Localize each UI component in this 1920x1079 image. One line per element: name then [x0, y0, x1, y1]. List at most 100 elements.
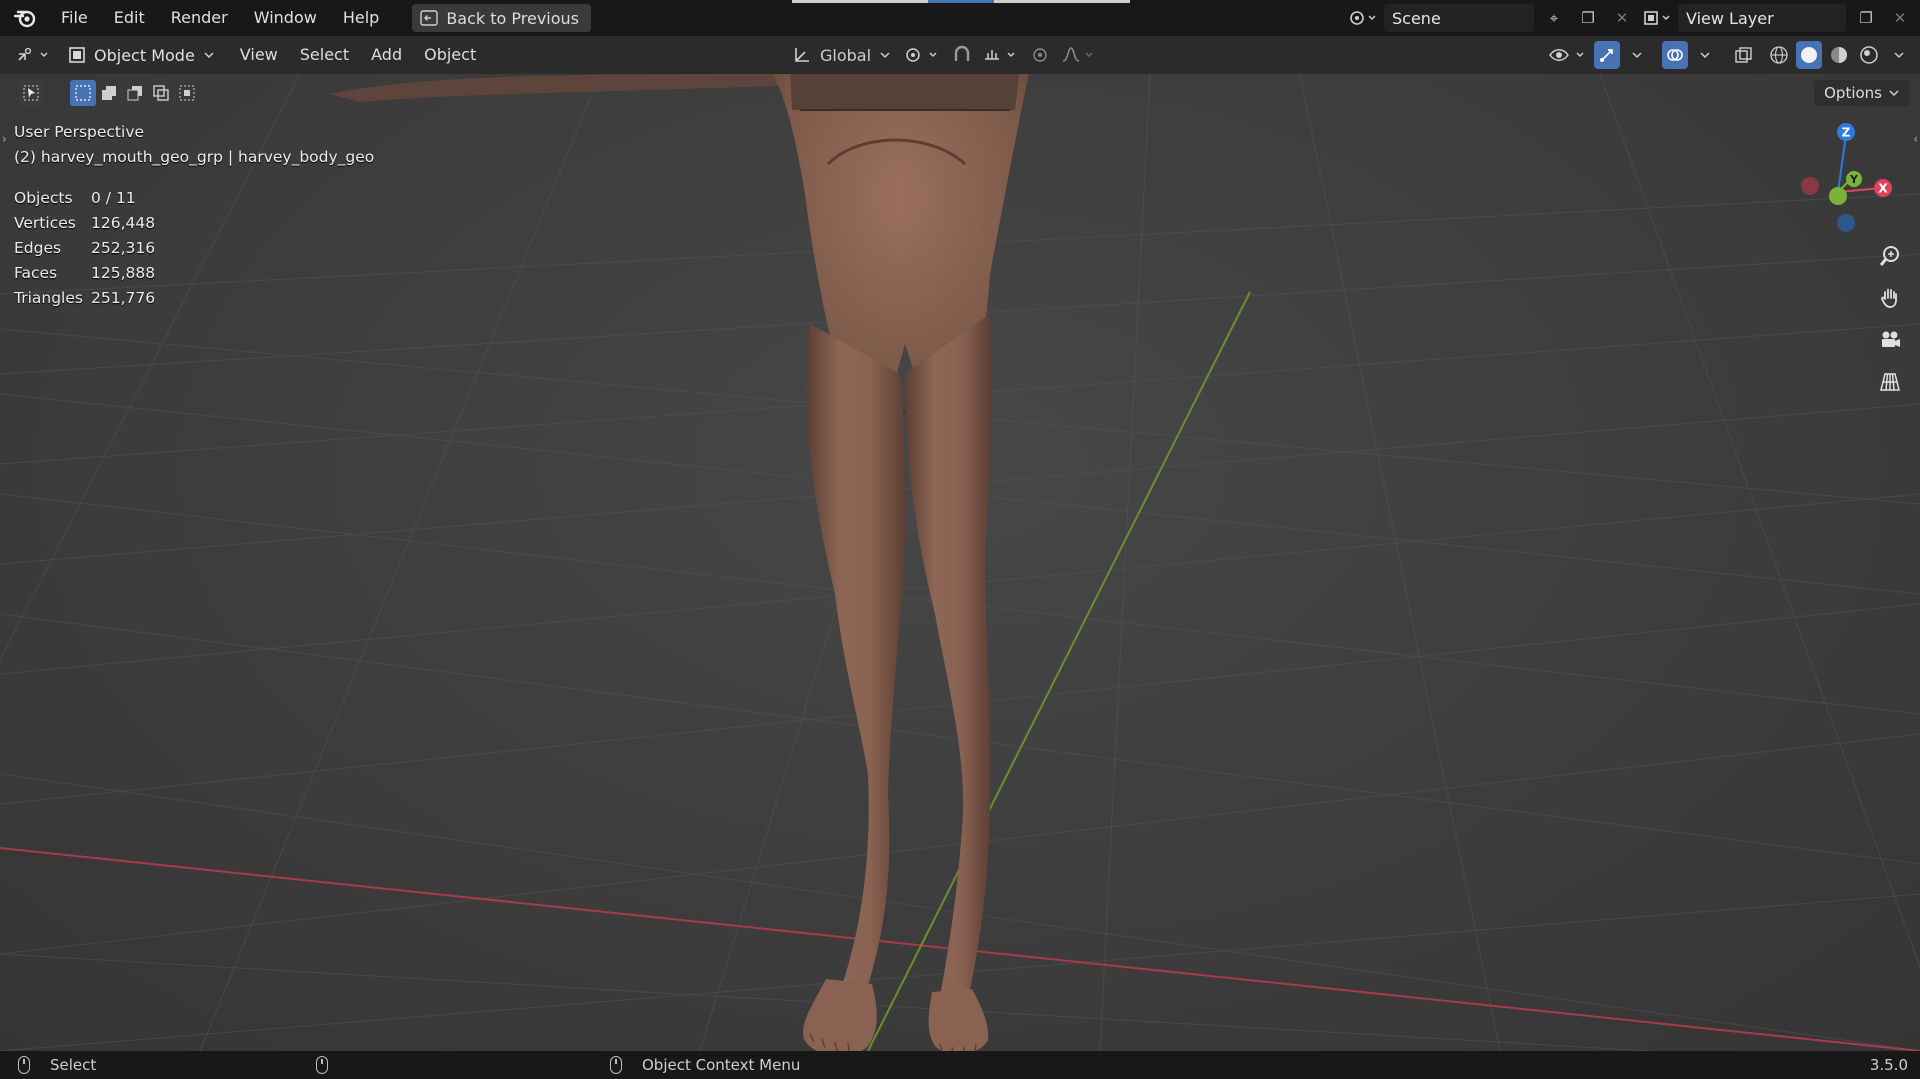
viewport-grid: [0, 74, 1920, 1051]
chevron-down-icon[interactable]: [1692, 41, 1718, 69]
select-subtract-icon[interactable]: [122, 80, 148, 106]
mouse-left-icon: [18, 1056, 30, 1074]
wireframe-shading-icon[interactable]: [1766, 41, 1792, 69]
back-to-previous-button[interactable]: Back to Previous: [412, 4, 592, 32]
neg-z-axis-handle: [1837, 214, 1855, 232]
mouse-middle-icon: [316, 1056, 328, 1074]
solid-shading-icon[interactable]: [1796, 41, 1822, 69]
new-scene-icon[interactable]: ❐: [1574, 4, 1602, 32]
orientation-label: Global: [820, 45, 872, 65]
gizmo-toggle-icon[interactable]: [1594, 41, 1620, 69]
selection-mode-group: [70, 80, 200, 106]
snap-toggle-icon[interactable]: [949, 41, 975, 69]
blender-logo-icon[interactable]: [12, 5, 38, 31]
back-to-previous-label: Back to Previous: [446, 8, 580, 28]
character-model: [772, 74, 1029, 1051]
overlays-toggle-icon[interactable]: [1662, 41, 1688, 69]
select-intersect-icon[interactable]: [174, 80, 200, 106]
pivot-point-icon[interactable]: [903, 41, 943, 69]
select-tool-row: [18, 80, 200, 106]
options-label: Options: [1824, 84, 1882, 102]
status-select-label: Select: [50, 1056, 97, 1074]
workspace-tabs: [792, 0, 1130, 3]
model-right-foot: [928, 989, 989, 1051]
pin-icon[interactable]: ⌖: [1540, 4, 1568, 32]
workspace-tab[interactable]: [792, 0, 928, 3]
3d-viewport[interactable]: Options › ‹ User Perspective (2) harvey_…: [0, 74, 1920, 1051]
toolbar-expand-icon[interactable]: ›: [2, 132, 7, 146]
stat-objects: Objects 0 / 11: [14, 189, 136, 207]
transform-orientation-dropdown[interactable]: Global: [786, 41, 897, 69]
perspective-toggle-icon[interactable]: [1874, 366, 1906, 398]
menu-help[interactable]: Help: [330, 0, 392, 36]
status-context-menu: Object Context Menu: [610, 1056, 800, 1074]
view-layer-name: View Layer: [1686, 8, 1774, 28]
neg-x-axis-handle: [1801, 177, 1819, 195]
workspace-tab[interactable]: [994, 0, 1130, 3]
transform-tools: Global: [786, 41, 1099, 69]
workspace-tab-active[interactable]: [928, 0, 994, 3]
falloff-icon[interactable]: [1059, 41, 1099, 69]
rendered-shading-icon[interactable]: [1856, 41, 1882, 69]
scene-type-icon[interactable]: [1348, 4, 1378, 32]
xray-toggle-icon[interactable]: [1730, 41, 1756, 69]
select-difference-icon[interactable]: [148, 80, 174, 106]
new-view-layer-icon[interactable]: ❐: [1852, 4, 1880, 32]
viewport-display-tools: [1546, 41, 1912, 69]
mouse-right-icon: [610, 1056, 622, 1074]
menu-edit[interactable]: Edit: [101, 0, 158, 36]
select-menu[interactable]: Select: [289, 36, 360, 74]
select-extend-icon[interactable]: [96, 80, 122, 106]
chevron-down-icon: [880, 52, 890, 59]
menu-file[interactable]: File: [48, 0, 101, 36]
version-label: 3.5.0: [1869, 1056, 1908, 1074]
scene-controls: Scene ⌖ ❐ ✕ View Layer ❐ ✕: [1348, 3, 1920, 33]
object-mode-dropdown[interactable]: Object Mode: [60, 41, 223, 69]
top-menu-bar: File Edit Render Window Help Back to Pre…: [0, 0, 1920, 36]
visibility-icon[interactable]: [1546, 41, 1590, 69]
status-select: Select: [18, 1056, 96, 1074]
viewport-navigation-buttons: [1874, 240, 1906, 398]
status-context-label: Object Context Menu: [642, 1056, 801, 1074]
svg-text:Y: Y: [1849, 173, 1859, 186]
close-view-layer-icon[interactable]: ✕: [1886, 4, 1914, 32]
chevron-down-icon[interactable]: [1624, 41, 1650, 69]
view-menu[interactable]: View: [229, 36, 289, 74]
status-middle-mouse: [316, 1056, 328, 1074]
orientation-axes-icon: [795, 48, 809, 62]
stat-faces: Faces 125,888: [14, 264, 156, 282]
status-bar: Select Object Context Menu 3.5.0: [0, 1051, 1920, 1079]
scene-name: Scene: [1392, 8, 1441, 28]
snap-target-icon[interactable]: [981, 41, 1021, 69]
view-layer-type-icon[interactable]: [1642, 4, 1672, 32]
chevron-down-icon: [204, 52, 214, 59]
options-dropdown[interactable]: Options: [1814, 80, 1910, 106]
model-arm: [330, 74, 780, 102]
proportional-editing-icon[interactable]: [1027, 41, 1053, 69]
view-layer-field[interactable]: View Layer: [1678, 4, 1846, 32]
object-menu[interactable]: Object: [413, 36, 487, 74]
back-arrow-icon: [420, 10, 439, 26]
select-new-icon[interactable]: [70, 80, 96, 106]
zoom-icon[interactable]: [1874, 240, 1906, 272]
stat-vertices: Vertices 126,448: [14, 214, 156, 232]
pan-hand-icon[interactable]: [1874, 282, 1906, 314]
object-mode-label: Object Mode: [94, 45, 195, 65]
chevron-down-icon: [1889, 90, 1899, 97]
viewport-info-overlay: User Perspective (2) harvey_mouth_geo_gr…: [14, 120, 374, 170]
editor-type-icon[interactable]: [14, 41, 54, 69]
chevron-down-icon[interactable]: [1886, 41, 1912, 69]
menu-render[interactable]: Render: [158, 0, 241, 36]
camera-view-icon[interactable]: [1874, 324, 1906, 356]
close-scene-icon[interactable]: ✕: [1608, 4, 1636, 32]
scene-name-field[interactable]: Scene: [1384, 4, 1534, 32]
navigation-gizmo[interactable]: Z Y X: [1790, 120, 1900, 235]
material-preview-icon[interactable]: [1826, 41, 1852, 69]
tweak-tool-icon[interactable]: [18, 80, 44, 106]
svg-text:X: X: [1878, 182, 1888, 196]
perspective-label: User Perspective: [14, 123, 145, 141]
viewport-header: Object Mode View Select Add Object Globa…: [0, 36, 1920, 74]
menu-window[interactable]: Window: [241, 0, 330, 36]
sidebar-expand-icon[interactable]: ‹: [1913, 132, 1918, 146]
add-menu[interactable]: Add: [360, 36, 413, 74]
